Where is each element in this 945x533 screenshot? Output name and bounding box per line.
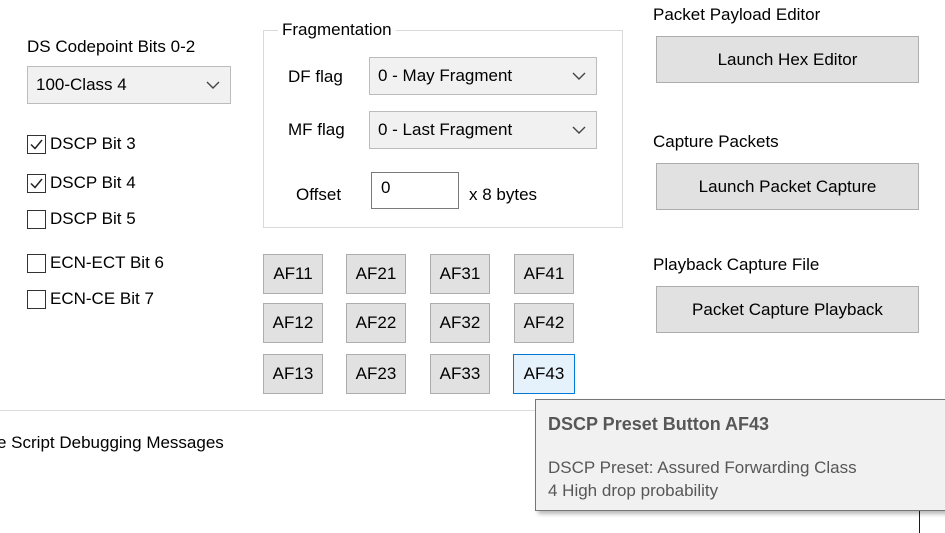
ds-codepoint-label: DS Codepoint Bits 0-2: [27, 37, 196, 56]
dscp-bit-3-label: DSCP Bit 3: [50, 134, 136, 153]
preset-af32-button[interactable]: AF32: [430, 303, 490, 343]
ecn-ce-bit-7-checkbox[interactable]: ECN-CE Bit 7: [27, 286, 154, 312]
playback-capture-label: Playback Capture File: [653, 255, 820, 274]
preset-af23-button[interactable]: AF23: [346, 354, 406, 394]
tooltip-body: DSCP Preset: Assured Forwarding Class 4 …: [548, 456, 857, 502]
preset-af22-button[interactable]: AF22: [346, 303, 406, 343]
tooltip-title: DSCP Preset Button AF43: [548, 414, 770, 434]
mf-flag-value: 0 - Last Fragment: [378, 120, 513, 139]
dscp-bit-5-checkbox[interactable]: DSCP Bit 5: [27, 206, 136, 232]
preset-af12-button[interactable]: AF12: [263, 303, 323, 343]
preset-af33-button[interactable]: AF33: [430, 354, 490, 394]
mf-flag-dropdown[interactable]: 0 - Last Fragment: [369, 111, 597, 149]
ds-codepoint-value: 100-Class 4: [36, 75, 127, 94]
dscp-bit-4-checkbox[interactable]: DSCP Bit 4: [27, 170, 136, 196]
tooltip-line-2: 4 High drop probability: [548, 481, 719, 500]
packet-capture-playback-button[interactable]: Packet Capture Playback: [656, 286, 919, 333]
ecn-ect-bit-6-label: ECN-ECT Bit 6: [50, 253, 164, 272]
dscp-bit-4-label: DSCP Bit 4: [50, 173, 136, 192]
preset-af21-button[interactable]: AF21: [346, 254, 406, 294]
offset-label: Offset: [296, 185, 342, 204]
dscp-bit-5-label: DSCP Bit 5: [50, 209, 136, 228]
chevron-down-icon: [572, 71, 586, 81]
checkbox-checked-icon: [27, 173, 46, 193]
preset-af31-button[interactable]: AF31: [430, 254, 490, 294]
launch-hex-editor-button[interactable]: Launch Hex Editor: [656, 36, 919, 83]
df-flag-label: DF flag: [288, 67, 343, 86]
chevron-down-icon: [572, 125, 586, 135]
chevron-down-icon: [206, 80, 220, 90]
checkbox-unchecked-icon: [27, 209, 46, 229]
ds-codepoint-dropdown[interactable]: 100-Class 4: [27, 66, 231, 104]
offset-unit-label: x 8 bytes: [469, 185, 538, 204]
df-flag-value: 0 - May Fragment: [378, 66, 513, 85]
ecn-ect-bit-6-checkbox[interactable]: ECN-ECT Bit 6: [27, 250, 164, 276]
preset-af11-button[interactable]: AF11: [263, 254, 323, 294]
payload-editor-label: Packet Payload Editor: [653, 5, 821, 24]
launch-packet-capture-button[interactable]: Launch Packet Capture: [656, 163, 919, 210]
debug-messages-label: e Script Debugging Messages: [0, 433, 224, 452]
preset-af42-button[interactable]: AF42: [514, 303, 574, 343]
dscp-bit-3-checkbox[interactable]: DSCP Bit 3: [27, 131, 136, 157]
checkbox-checked-icon: [27, 134, 46, 154]
preset-af13-button[interactable]: AF13: [263, 354, 323, 394]
df-flag-dropdown[interactable]: 0 - May Fragment: [369, 57, 597, 95]
preset-af43-button[interactable]: AF43: [513, 354, 575, 394]
capture-packets-label: Capture Packets: [653, 132, 779, 151]
preset-af41-button[interactable]: AF41: [514, 254, 574, 294]
mf-flag-label: MF flag: [288, 120, 345, 139]
offset-input[interactable]: 0: [371, 172, 459, 209]
tooltip-line-1: DSCP Preset: Assured Forwarding Class: [548, 458, 857, 477]
checkbox-unchecked-icon: [27, 253, 46, 273]
checkbox-unchecked-icon: [27, 289, 46, 309]
preset-tooltip: DSCP Preset Button AF43 DSCP Preset: Ass…: [535, 399, 945, 511]
ecn-ce-bit-7-label: ECN-CE Bit 7: [50, 289, 154, 308]
fragmentation-title: Fragmentation: [278, 18, 396, 42]
